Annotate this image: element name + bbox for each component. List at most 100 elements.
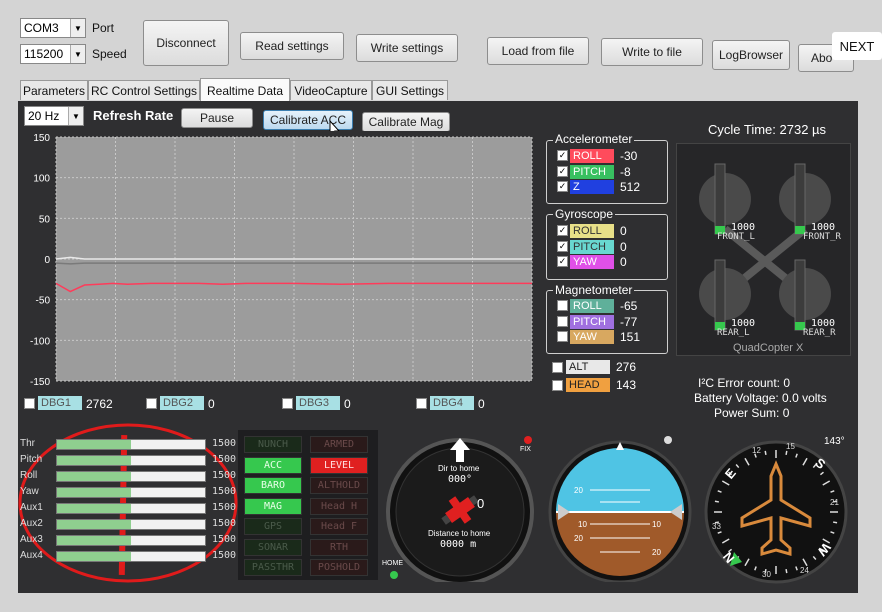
rc-channel-fill [57,504,131,513]
mag-yaw-checkbox[interactable] [557,331,568,342]
gyro-yaw-checkbox[interactable]: ✓ [557,256,568,267]
mag-pitch-checkbox[interactable] [557,315,568,327]
acc-pitch-checkbox[interactable]: ✓ [557,165,568,177]
debug3-chip: DBG3 [296,396,340,410]
write-to-file-button[interactable]: Write to file [601,38,703,66]
read-settings-button[interactable]: Read settings [240,32,344,60]
load-from-file-button[interactable]: Load from file [487,37,589,65]
acc-pitch-chip: PITCH [570,164,614,179]
head-checkbox[interactable] [552,380,563,391]
rc-channel-label: Aux1 [20,502,43,513]
debug2-checkbox[interactable] [146,398,157,409]
speed-combo[interactable]: 115200 ▼ [20,44,86,64]
chevron-down-icon[interactable]: ▼ [70,19,85,37]
indicator-poshold: POSHOLD [310,559,368,576]
quad-model-label: QuadCopter X [733,342,804,354]
calibrate-mag-button[interactable]: Calibrate Mag [362,112,450,132]
gyro-yaw-value: 0 [620,255,627,269]
next-button[interactable]: NEXT [832,32,882,60]
horizon-dial-icon [548,436,692,582]
gyro-pitch-checkbox[interactable]: ✓ [557,240,568,252]
compass-num-15: 15 [786,442,795,451]
acc-z-chip: Z [570,180,614,194]
rc-channel-fill [57,536,131,545]
rc-row-roll: Roll 1500 [20,470,236,484]
gyro-pitch-value: 0 [620,239,627,254]
rc-channel-value: 1500 [212,534,237,545]
refresh-rate-combo[interactable]: 20 Hz ▼ [24,106,84,126]
battery-voltage: Battery Voltage: 0.0 volts [694,391,827,405]
debug1-value: 2762 [86,397,113,411]
compass: 143° E S W N 12 15 21 24 30 33 [700,432,852,584]
horizon-mark-4: 20 [574,534,583,543]
debug4-chip: DBG4 [430,396,474,410]
tab-rc-control-settings[interactable]: RC Control Settings [88,80,200,100]
acc-z-checkbox[interactable]: ✓ [557,181,568,192]
compass-num-30: 30 [762,570,771,579]
motors-panel: 1000 FRONT_L 1000 FRONT_R 1000 REAR_L 10… [676,143,851,356]
mag-yaw-value: 151 [620,330,641,344]
cycle-time: Cycle Time: 2732 µs [708,122,827,137]
rc-channel-label: Roll [20,470,38,481]
tab-parameters[interactable]: Parameters [20,80,88,100]
disconnect-button[interactable]: Disconnect [143,20,229,66]
rc-channel-value: 1500 [212,518,237,529]
rc-row-aux2: Aux2 1500 [20,518,236,532]
rc-channel-fill [57,472,131,481]
rc-channel-value: 1500 [212,502,237,513]
alt-checkbox[interactable] [552,362,563,373]
indicator-level: LEVEL [310,456,368,474]
tab-gui-settings[interactable]: GUI Settings [372,80,448,100]
gps-dial-icon [386,436,534,582]
debug3-checkbox[interactable] [282,398,293,409]
rc-channel-label: Pitch [20,454,43,465]
alt-chip: ALT [566,360,610,374]
debug4-checkbox[interactable] [416,398,427,409]
indicator-sonar: SONAR [244,538,302,556]
tab-realtime-data[interactable]: Realtime Data [200,78,290,102]
debug1-checkbox[interactable] [24,398,35,409]
chart-y-tick-label: -150 [30,377,50,387]
rc-channel-value: 1500 [212,454,237,465]
compass-num-21: 21 [830,498,839,507]
indicator-passthr: PASSTHR [244,559,302,576]
dir-to-home-value: 000° [448,474,473,485]
log-browser-button[interactable]: LogBrowser [712,40,790,70]
indicator-mag: MAG [244,497,302,515]
chevron-down-icon[interactable]: ▼ [70,45,85,63]
acc-roll-value: -30 [620,149,638,163]
mag-roll-checkbox[interactable] [557,300,568,311]
mag-roll-chip: ROLL [570,299,614,313]
chart-y-tick-label: 150 [33,133,50,144]
rc-channel-fill [57,440,131,449]
tab-videocapture[interactable]: VideoCapture [290,80,372,100]
refresh-rate-label: Refresh Rate [93,108,174,123]
acc-roll-checkbox[interactable]: ✓ [557,150,568,161]
indicator-acc: ACC [244,456,302,474]
chevron-down-icon[interactable]: ▼ [68,107,83,125]
mag-pitch-chip: PITCH [570,314,614,329]
chart-y-tick-label: 0 [44,255,50,266]
fix-label: FIX [520,446,531,453]
write-settings-button[interactable]: Write settings [356,34,458,62]
app-window: COM3 ▼ Port 115200 ▼ Speed Disconnect Re… [0,0,882,612]
power-sum: Power Sum: 0 [714,406,790,420]
debug2-chip: DBG2 [160,396,204,410]
alt-value: 276 [616,360,637,374]
port-value: COM3 [24,21,59,35]
rc-channel-value: 1500 [212,438,237,449]
gyro-roll-checkbox[interactable]: ✓ [557,225,568,236]
mag-roll-value: -65 [620,299,638,313]
pause-button[interactable]: Pause [181,108,253,128]
head-value: 143 [616,378,637,392]
compass-heading: 143° [824,436,845,447]
debug2-value: 0 [208,397,215,411]
rc-channel-bar [56,551,206,562]
mag-pitch-value: -77 [620,314,638,329]
debug1-chip: DBG1 [38,396,82,410]
indicator-nunch: NUNCH [244,436,302,453]
distance-to-home-label: Distance to home [428,529,491,538]
port-combo[interactable]: COM3 ▼ [20,18,86,38]
rc-row-yaw: Yaw 1500 [20,486,236,500]
rc-row-aux1: Aux1 1500 [20,502,236,516]
